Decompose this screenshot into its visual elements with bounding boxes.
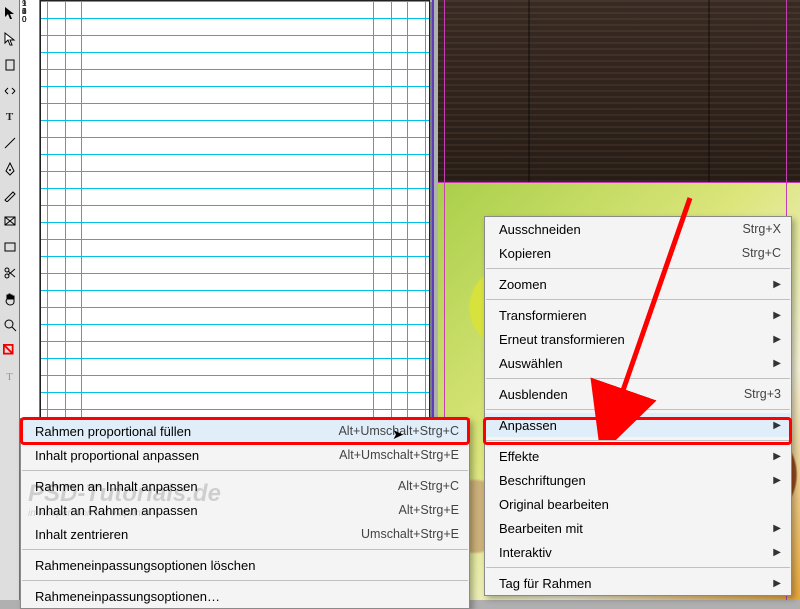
menu-label: Ausschneiden bbox=[499, 222, 718, 237]
menu-item-tag-frame[interactable]: Tag für Rahmen ▶ bbox=[485, 571, 791, 595]
page-tool-icon[interactable] bbox=[1, 54, 19, 76]
menu-separator bbox=[486, 268, 790, 269]
menu-item-edit-with[interactable]: Bearbeiten mit ▶ bbox=[485, 516, 791, 540]
type-icon[interactable]: T bbox=[1, 366, 19, 388]
menu-separator bbox=[486, 378, 790, 379]
menu-item-select[interactable]: Auswählen ▶ bbox=[485, 351, 791, 375]
submenu-item-center-content[interactable]: Inhalt zentrieren Umschalt+Strg+E bbox=[21, 522, 469, 546]
submenu-fitting[interactable]: Rahmen proportional füllen Alt+Umschalt+… bbox=[20, 418, 470, 609]
menu-item-captions[interactable]: Beschriftungen ▶ bbox=[485, 468, 791, 492]
submenu-item-fit-content-proportionally[interactable]: Inhalt proportional anpassen Alt+Umschal… bbox=[21, 443, 469, 467]
submenu-item-fitting-options[interactable]: Rahmeneinpassungsoptionen… bbox=[21, 584, 469, 608]
menu-separator bbox=[486, 440, 790, 441]
menu-separator bbox=[22, 580, 468, 581]
submenu-arrow-icon: ▶ bbox=[771, 578, 781, 589]
menu-item-transform[interactable]: Transformieren ▶ bbox=[485, 303, 791, 327]
line-tool-icon[interactable] bbox=[1, 132, 19, 154]
gap-tool-icon[interactable] bbox=[1, 80, 19, 102]
type-tool-icon[interactable]: T bbox=[1, 106, 19, 128]
menu-separator bbox=[22, 470, 468, 471]
rectangle-frame-tool-icon[interactable] bbox=[1, 210, 19, 232]
menu-item-cut[interactable]: Ausschneiden Strg+X bbox=[485, 217, 791, 241]
menu-item-hide[interactable]: Ausblenden Strg+3 bbox=[485, 382, 791, 406]
wood-texture-image[interactable] bbox=[438, 0, 800, 182]
rectangle-tool-icon[interactable] bbox=[1, 236, 19, 258]
submenu-arrow-icon: ▶ bbox=[771, 475, 781, 486]
hand-tool-icon[interactable] bbox=[1, 288, 19, 310]
menu-item-edit-original[interactable]: Original bearbeiten bbox=[485, 492, 791, 516]
direct-selection-tool-icon[interactable] bbox=[1, 28, 19, 50]
menu-item-zoom[interactable]: Zoomen ▶ bbox=[485, 272, 791, 296]
context-menu[interactable]: Ausschneiden Strg+X Kopieren Strg+C Zoom… bbox=[484, 216, 792, 596]
submenu-arrow-icon: ▶ bbox=[771, 334, 781, 345]
menu-item-transform-again[interactable]: Erneut transformieren ▶ bbox=[485, 327, 791, 351]
swap-fill-stroke-icon[interactable] bbox=[1, 340, 19, 362]
pencil-tool-icon[interactable] bbox=[1, 184, 19, 206]
menu-separator bbox=[486, 567, 790, 568]
submenu-item-clear-fitting[interactable]: Rahmeneinpassungsoptionen löschen bbox=[21, 553, 469, 577]
menu-item-fitting[interactable]: Anpassen ▶ bbox=[485, 413, 791, 437]
submenu-arrow-icon: ▶ bbox=[771, 279, 781, 290]
toolbox: T T bbox=[0, 0, 20, 600]
submenu-arrow-icon: ▶ bbox=[771, 358, 781, 369]
submenu-arrow-icon: ▶ bbox=[771, 420, 781, 431]
menu-item-interactive[interactable]: Interaktiv ▶ bbox=[485, 540, 791, 564]
margin-guide-top bbox=[438, 182, 800, 183]
menu-separator bbox=[486, 409, 790, 410]
menu-item-copy[interactable]: Kopieren Strg+C bbox=[485, 241, 791, 265]
menu-separator bbox=[486, 299, 790, 300]
menu-separator bbox=[22, 549, 468, 550]
scissors-tool-icon[interactable] bbox=[1, 262, 19, 284]
submenu-item-fit-frame-to-content[interactable]: Rahmen an Inhalt anpassen Alt+Strg+C bbox=[21, 474, 469, 498]
submenu-arrow-icon: ▶ bbox=[771, 523, 781, 534]
zoom-tool-icon[interactable] bbox=[1, 314, 19, 336]
submenu-arrow-icon: ▶ bbox=[771, 451, 781, 462]
pen-tool-icon[interactable] bbox=[1, 158, 19, 180]
submenu-item-fill-proportionally[interactable]: Rahmen proportional füllen Alt+Umschalt+… bbox=[21, 419, 469, 443]
submenu-arrow-icon: ▶ bbox=[771, 547, 781, 558]
menu-shortcut: Strg+X bbox=[742, 222, 781, 236]
submenu-arrow-icon: ▶ bbox=[771, 310, 781, 321]
selection-tool-icon[interactable] bbox=[1, 2, 19, 24]
submenu-item-fit-content-to-frame[interactable]: Inhalt an Rahmen anpassen Alt+Strg+E bbox=[21, 498, 469, 522]
menu-item-effects[interactable]: Effekte ▶ bbox=[485, 444, 791, 468]
